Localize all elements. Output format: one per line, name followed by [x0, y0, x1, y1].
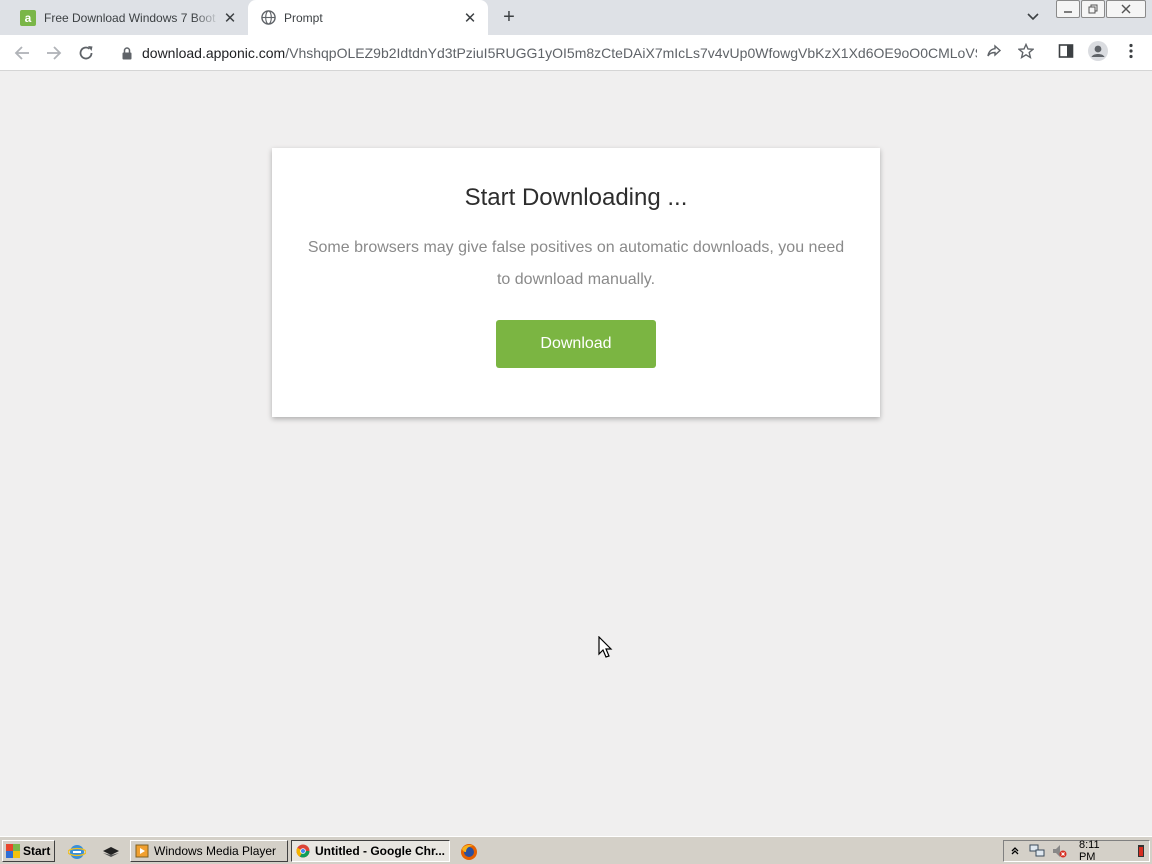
taskbar-item-windows-media-player[interactable]: Windows Media Player	[130, 840, 288, 862]
forward-arrow-icon[interactable]	[42, 41, 66, 65]
system-tray: 8:11 PM	[1003, 839, 1150, 863]
firefox-icon[interactable]	[460, 843, 478, 861]
page-title: Start Downloading ...	[464, 184, 688, 211]
apponic-a-icon: a	[20, 9, 36, 26]
bookmark-star-icon[interactable]	[1017, 42, 1035, 60]
browser-toolbar: download.apponic.com/VhshqpOLEZ9b2IdtdnY…	[0, 35, 1152, 71]
chrome-icon	[296, 844, 310, 858]
url-host: download.apponic.com	[142, 45, 286, 61]
lock-icon[interactable]	[120, 46, 134, 60]
profile-avatar-icon[interactable]	[1088, 41, 1108, 61]
tab-title: Prompt	[284, 10, 323, 25]
tray-expand-chevron-icon[interactable]	[1007, 843, 1023, 859]
tab-close-icon[interactable]: ✕	[222, 10, 238, 27]
tab-search-chevron-icon[interactable]	[1024, 8, 1042, 26]
minimize-button[interactable]	[1056, 0, 1080, 18]
url-text[interactable]: download.apponic.com/VhshqpOLEZ9b2IdtdnY…	[142, 45, 977, 61]
task-label: Untitled - Google Chr...	[315, 844, 445, 858]
restore-button[interactable]	[1081, 0, 1105, 18]
globe-icon	[260, 10, 276, 26]
taskbar-clock[interactable]: 8:11 PM	[1079, 839, 1119, 863]
task-label: Windows Media Player	[154, 844, 277, 858]
volume-muted-icon[interactable]	[1051, 843, 1067, 859]
start-button[interactable]: Start	[2, 840, 55, 862]
media-player-icon	[135, 844, 149, 858]
taskbar-item-google-chrome[interactable]: Untitled - Google Chr...	[291, 840, 450, 862]
network-icon[interactable]	[1029, 843, 1045, 859]
close-window-button[interactable]	[1106, 0, 1146, 18]
reload-icon[interactable]	[74, 41, 98, 65]
address-bar[interactable]: download.apponic.com/VhshqpOLEZ9b2IdtdnY…	[110, 38, 1045, 68]
window-controls	[1056, 0, 1147, 18]
download-button[interactable]: Download	[496, 320, 656, 368]
share-icon[interactable]	[985, 42, 1003, 60]
page-content: Start Downloading ... Some browsers may …	[0, 72, 1152, 835]
download-message: Some browsers may give false positives o…	[307, 239, 845, 288]
start-label: Start	[23, 844, 51, 858]
new-tab-button[interactable]: +	[498, 6, 520, 28]
url-path: /VhshqpOLEZ9b2IdtdnYd3tPziuI5RUGG1yOI5m8…	[285, 45, 977, 61]
windows-flag-icon	[6, 844, 20, 858]
menu-kebab-icon[interactable]	[1122, 42, 1140, 60]
side-panel-icon[interactable]	[1057, 42, 1075, 60]
tab-title: Free Download Windows 7 Boot Updater	[44, 10, 220, 25]
mouse-cursor-icon	[598, 636, 613, 658]
tab-prompt[interactable]: Prompt ✕	[248, 0, 488, 35]
tab-close-icon[interactable]: ✕	[462, 10, 478, 27]
internet-explorer-icon[interactable]	[68, 843, 86, 861]
tab-apponic[interactable]: a Free Download Windows 7 Boot Updater ✕	[8, 0, 248, 35]
download-prompt-card: Start Downloading ... Some browsers may …	[272, 148, 880, 417]
browser-tabstrip: a Free Download Windows 7 Boot Updater ✕…	[0, 0, 1152, 35]
back-arrow-icon[interactable]	[10, 41, 34, 65]
show-desktop-icon[interactable]	[102, 843, 120, 861]
battery-icon[interactable]	[1133, 843, 1149, 859]
windows-taskbar: Start Windows Media Player Untitled - Go…	[0, 836, 1152, 864]
